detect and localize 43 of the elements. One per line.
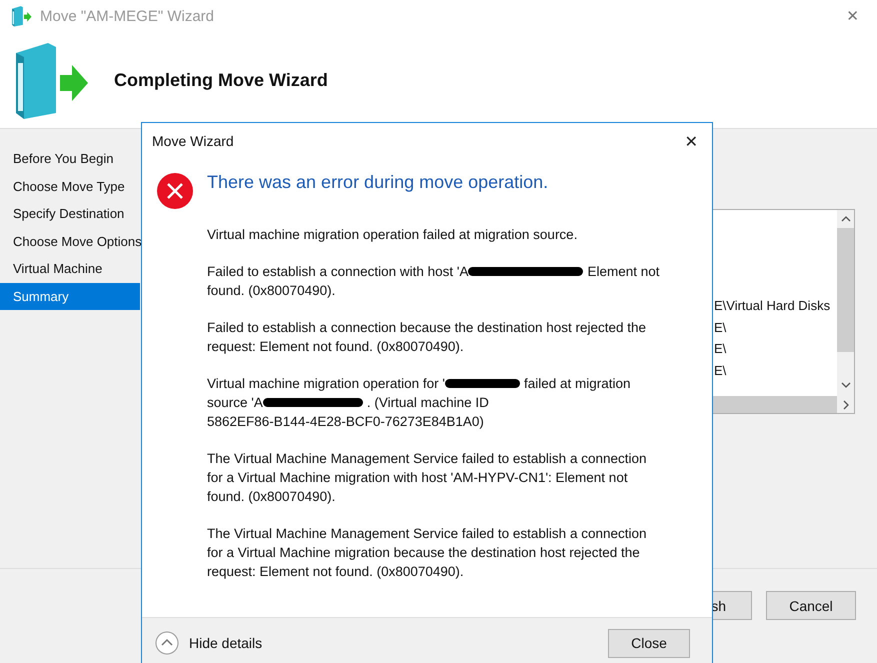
window-title: Move "AM-MEGE" Wizard: [40, 8, 216, 24]
error-message: found. (0x80070490).: [207, 282, 336, 300]
error-message: The Virtual Machine Management Service failed to establish a connection: [207, 450, 647, 468]
error-message: Failed to establish a connection with host 'A: [207, 263, 468, 281]
list-row-text: E\: [714, 320, 728, 336]
scroll-up-icon[interactable]: [840, 216, 850, 222]
server-move-icon: [10, 5, 32, 27]
scrollbar-thumb[interactable]: [837, 228, 854, 352]
nav-item[interactable]: Virtual Machine: [0, 255, 140, 282]
list-row-text: E\: [714, 341, 728, 358]
details-toggle[interactable]: Hide details: [155, 631, 608, 655]
error-message: request: Element not found. (0x80070490).: [207, 563, 464, 581]
dialog-title: Move Wizard: [152, 133, 235, 149]
error-message: Failed to establish a connection because the destination host rejected the: [207, 319, 646, 337]
scroll-right-icon[interactable]: [843, 400, 849, 410]
error-message: The Virtual Machine Management Service failed to establish a connection: [207, 525, 647, 543]
nav-item[interactable]: Before You Begin: [0, 145, 140, 172]
error-message: source 'A: [207, 394, 263, 412]
cancel-button[interactable]: Cancel: [766, 591, 856, 620]
scrollbar-thumb[interactable]: [712, 396, 837, 413]
error-message: for a Virtual Machine migration because the destination host rejected the: [207, 544, 640, 562]
error-message: Virtual machine migration operation failed at migration source.: [207, 226, 578, 244]
nav-item[interactable]: Choose Move Options: [0, 228, 140, 255]
list-row-text: E\Virtual Hard Disks: [714, 298, 832, 315]
error-message: 5862EF86-B144-4E28-BCF0-76273E84B1A0): [207, 413, 484, 431]
error-message: Virtual machine migration operation for ': [207, 375, 445, 393]
error-icon: [156, 172, 194, 210]
error-message: . (Virtual machine ID: [366, 394, 489, 412]
close-button[interactable]: ✕: [670, 132, 712, 150]
nav-item[interactable]: Summary: [0, 282, 140, 310]
error-message: failed at migration: [524, 375, 631, 393]
error-message: Element not: [587, 263, 660, 281]
scroll-down-icon[interactable]: [840, 382, 850, 388]
list-row-text: E\: [714, 362, 728, 380]
nav-item[interactable]: Specify Destination: [0, 200, 140, 228]
error-heading: There was an error during move operation.: [207, 172, 550, 193]
close-button[interactable]: ✕: [838, 7, 867, 25]
error-message: for a Virtual Machine migration with host 'AM-HYPV-CN1': Element not: [207, 469, 628, 487]
close-dialog-button[interactable]: Close: [608, 628, 690, 658]
page-title: Completing Move Wizard: [114, 70, 328, 90]
error-message: request: Element not found. (0x80070490).: [207, 338, 464, 356]
error-message: found. (0x80070490).: [207, 488, 336, 506]
nav-item[interactable]: Choose Move Type: [0, 172, 140, 200]
